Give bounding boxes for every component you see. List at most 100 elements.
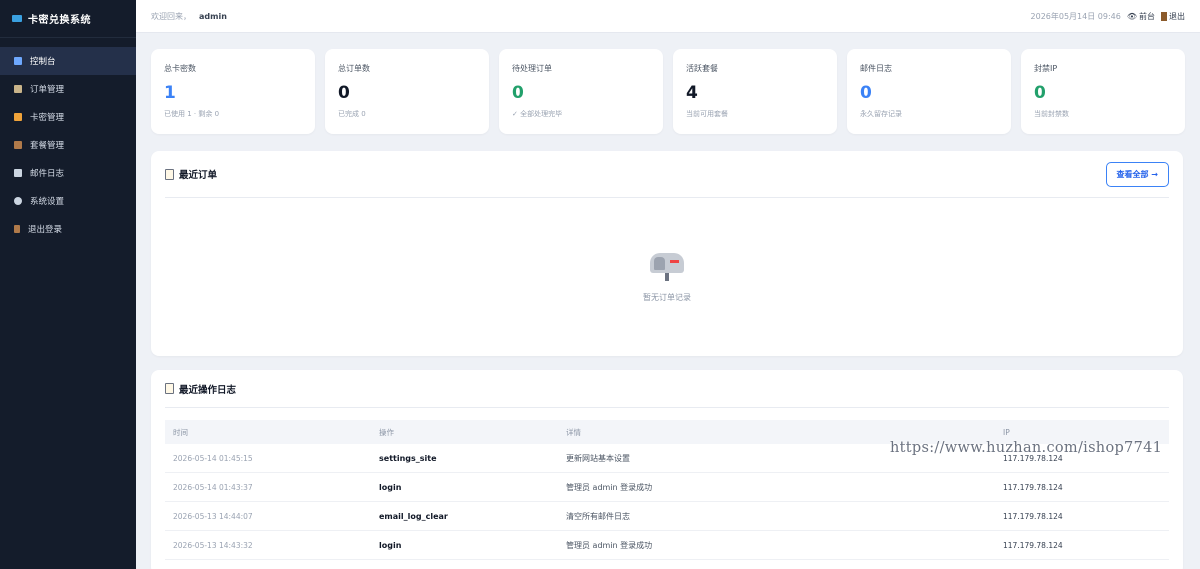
cell-action: settings_site [379, 453, 437, 463]
stat-subtext: 当前封禁数 [1034, 110, 1069, 118]
recent-orders-header: 最近订单 查看全部 → [151, 151, 1183, 197]
stat-title: 待处理订单 [512, 64, 552, 73]
door-icon [14, 225, 20, 233]
sidebar-item-label: 邮件日志 [30, 169, 65, 179]
door-icon [1161, 11, 1167, 21]
stat-title: 活跃套餐 [686, 64, 718, 73]
empty-text: 暂无订单记录 [643, 292, 691, 302]
watermark-text: https://www.huzhan.com/ishop7741 [890, 440, 1163, 456]
stat-card-pending-orders: 待处理订单 0 ✓ 全部处理完毕 [499, 49, 663, 134]
cell-action: email_log_clear [379, 511, 448, 521]
table-row: 2026-05-13 14:44:07 email_log_clear 清空所有… [165, 502, 1169, 531]
sidebar-item-label: 退出登录 [28, 225, 63, 235]
column-header-action: 操作 [379, 427, 394, 437]
stat-card-total-cards: 总卡密数 1 已使用 1 · 剩余 0 [151, 49, 315, 134]
package-icon [14, 141, 22, 149]
recent-orders-title: 最近订单 [179, 170, 218, 181]
cell-ip: 117.179.78.124 [1003, 482, 1063, 492]
brand-title: 卡密兑换系统 [28, 15, 91, 26]
panel-title: 最近订单 [165, 167, 217, 181]
clipboard-icon [14, 85, 22, 93]
sidebar-item-dashboard[interactable]: 控制台 [0, 47, 136, 75]
username: admin [199, 11, 227, 21]
sidebar-item-label: 卡密管理 [30, 113, 65, 123]
table-row: 2026-05-14 01:43:37 login 管理员 admin 登录成功… [165, 473, 1169, 502]
recent-logs-header: 最近操作日志 [151, 370, 1183, 407]
chart-icon [14, 57, 22, 65]
cell-time: 2026-05-14 01:45:15 [173, 453, 253, 463]
cell-action: login [379, 482, 402, 492]
current-datetime: 2026年05月14日 09:46 [1030, 11, 1121, 21]
stat-value: 1 [164, 83, 176, 103]
stat-subtext: 已使用 1 · 剩余 0 [164, 110, 220, 118]
sidebar-item-orders[interactable]: 订单管理 [0, 75, 136, 103]
stat-card-banned-ip: 封禁IP 0 当前封禁数 [1021, 49, 1185, 134]
stat-subtext: 永久留存记录 [860, 110, 902, 118]
cell-time: 2026-05-13 14:43:32 [173, 540, 253, 550]
stat-value: 0 [338, 83, 350, 103]
logout-label: 退出 [1169, 11, 1185, 21]
sidebar-item-packages[interactable]: 套餐管理 [0, 131, 136, 159]
column-header-ip: IP [1003, 427, 1010, 437]
cell-time: 2026-05-14 01:43:37 [173, 482, 253, 492]
mail-icon [14, 169, 22, 177]
memo-icon [165, 383, 174, 394]
stat-subtext: 已完成 0 [338, 110, 366, 118]
divider [165, 407, 1169, 408]
cell-time: 2026-05-13 14:44:07 [173, 511, 253, 521]
column-header-time: 时间 [173, 427, 188, 437]
cell-ip: 117.179.78.124 [1003, 540, 1063, 550]
stat-title: 总卡密数 [164, 64, 196, 73]
view-all-button[interactable]: 查看全部 → [1105, 161, 1169, 187]
stat-title: 封禁IP [1034, 64, 1058, 73]
sidebar: 卡密兑换系统 控制台 订单管理 卡密管理 套餐管理 邮件日志 系统设置 退出登录 [0, 0, 136, 569]
sidebar-item-mail-logs[interactable]: 邮件日志 [0, 159, 136, 187]
cell-detail: 清空所有邮件日志 [566, 511, 630, 521]
stat-card-mail-logs: 邮件日志 0 永久留存记录 [847, 49, 1011, 134]
welcome-message: 欢迎回来， admin [151, 11, 227, 22]
eye-icon: 👁 [1126, 11, 1137, 21]
gear-icon [14, 197, 22, 205]
sidebar-item-label: 控制台 [30, 57, 56, 67]
recent-logs-title: 最近操作日志 [179, 384, 237, 396]
brand[interactable]: 卡密兑换系统 [0, 0, 136, 38]
stat-title: 邮件日志 [860, 64, 892, 73]
clipboard-icon [165, 168, 174, 180]
stat-value: 0 [512, 83, 524, 103]
topbar-actions: 2026年05月14日 09:46 👁 前台 退出 [1031, 11, 1185, 22]
cell-detail: 管理员 admin 登录成功 [566, 482, 653, 492]
logout-link[interactable]: 退出 [1161, 11, 1185, 22]
sidebar-item-logout[interactable]: 退出登录 [0, 215, 136, 243]
sidebar-nav: 控制台 订单管理 卡密管理 套餐管理 邮件日志 系统设置 退出登录 [0, 47, 136, 243]
cell-detail: 管理员 admin 登录成功 [566, 540, 653, 550]
stat-card-active-packages: 活跃套餐 4 当前可用套餐 [673, 49, 837, 134]
recent-orders-panel: 最近订单 查看全部 → 暂无订单记录 [151, 151, 1183, 356]
recent-logs-panel: 最近操作日志 时间 操作 详情 IP 2026-05-14 01:45:15 s… [151, 370, 1183, 569]
stat-value: 0 [1034, 83, 1046, 103]
stat-title: 总订单数 [338, 64, 370, 73]
table-row: 2026-05-13 14:43:32 login 管理员 admin 登录成功… [165, 531, 1169, 560]
card-icon [12, 15, 22, 22]
welcome-text: 欢迎回来， [151, 11, 191, 21]
stat-cards: 总卡密数 1 已使用 1 · 剩余 0 总订单数 0 已完成 0 待处理订单 0… [151, 49, 1185, 134]
sidebar-item-settings[interactable]: 系统设置 [0, 187, 136, 215]
stat-card-total-orders: 总订单数 0 已完成 0 [325, 49, 489, 134]
stat-value: 0 [860, 83, 872, 103]
sidebar-item-label: 系统设置 [30, 197, 65, 207]
sidebar-item-label: 订单管理 [30, 85, 65, 95]
stat-subtext: 当前可用套餐 [686, 110, 728, 118]
topbar: 欢迎回来， admin 2026年05月14日 09:46 👁 前台 退出 [136, 0, 1200, 33]
cell-action: login [379, 540, 402, 550]
empty-state: 暂无订单记录 [151, 198, 1183, 354]
cell-ip: 117.179.78.124 [1003, 511, 1063, 521]
mailbox-icon [650, 250, 684, 281]
stat-value: 4 [686, 83, 698, 103]
sidebar-item-cards[interactable]: 卡密管理 [0, 103, 136, 131]
column-header-detail: 详情 [566, 427, 581, 437]
sidebar-item-label: 套餐管理 [30, 141, 65, 151]
panel-title: 最近操作日志 [165, 382, 236, 396]
key-icon [14, 113, 22, 121]
frontend-label: 前台 [1139, 11, 1155, 21]
stat-subtext: ✓ 全部处理完毕 [512, 110, 563, 118]
frontend-link[interactable]: 👁 前台 [1127, 11, 1155, 22]
